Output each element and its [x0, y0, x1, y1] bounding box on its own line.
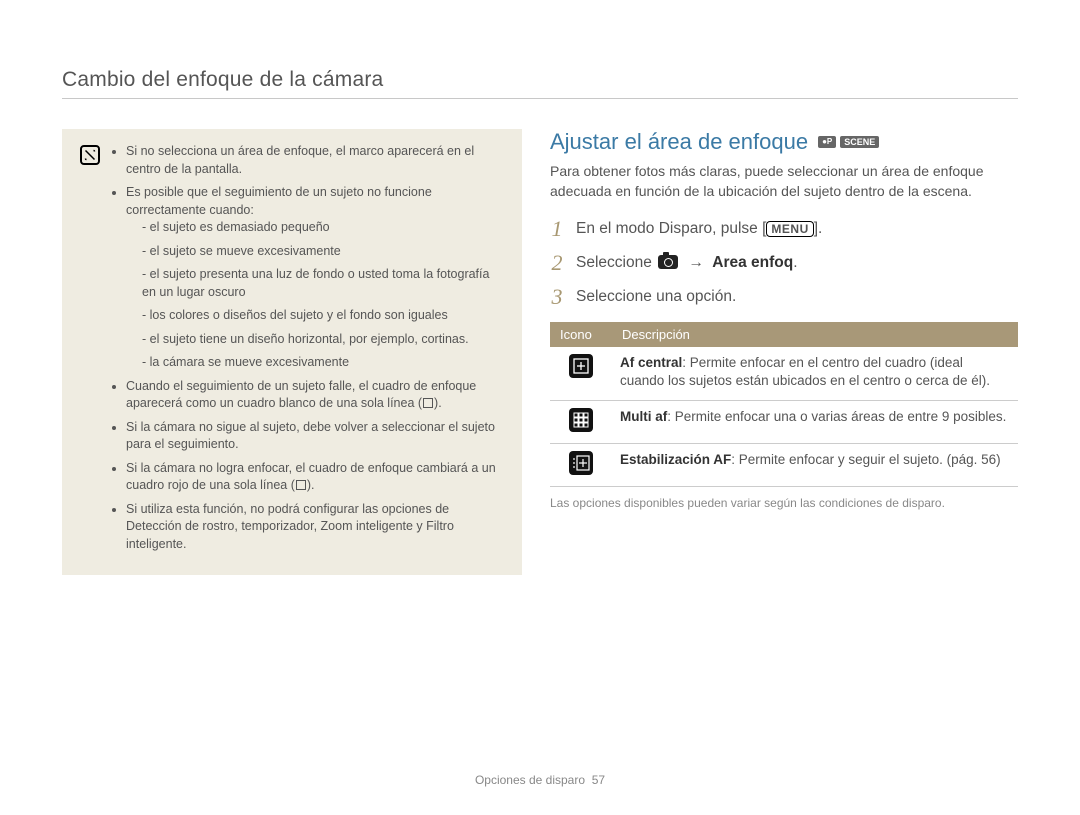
page-title: Cambio del enfoque de la cámara — [62, 68, 1018, 92]
table-footnote: Las opciones disponibles pueden variar s… — [550, 495, 1018, 512]
mode-badge-scene: SCENE — [840, 136, 879, 149]
note-bullet: Si utiliza esta función, no podrá config… — [126, 501, 504, 554]
section-heading: Ajustar el área de enfoque ●P SCENE — [550, 129, 1018, 155]
note-dash: el sujeto se mueve excesivamente — [142, 243, 504, 261]
note-content: Si no selecciona un área de enfoque, el … — [110, 143, 504, 559]
note-dash: los colores o diseños del sujeto y el fo… — [142, 307, 504, 325]
th-icon: Icono — [550, 322, 612, 347]
step-2: 2 Seleccione → Area enfoq. — [550, 250, 1018, 276]
table-row: Multi af: Permite enfocar una o varias á… — [550, 401, 1018, 444]
left-column: Si no selecciona un área de enfoque, el … — [62, 129, 522, 575]
mode-badge-p: ●P — [818, 136, 836, 149]
step-1: 1 En el modo Disparo, pulse [MENU]. — [550, 216, 1018, 242]
square-icon — [423, 398, 433, 408]
note-icon — [80, 145, 100, 165]
page: Cambio del enfoque de la cámara Si no se… — [0, 0, 1080, 815]
note-dash: la cámara se mueve excesivamente — [142, 354, 504, 372]
note-bullet: Si la cámara no sigue al sujeto, debe vo… — [126, 419, 504, 454]
note-dash: el sujeto presenta una luz de fondo o us… — [142, 266, 504, 301]
step-3: 3 Seleccione una opción. — [550, 284, 1018, 310]
note-box: Si no selecciona un área de enfoque, el … — [62, 129, 522, 575]
af-central-icon — [569, 354, 593, 378]
options-table: Icono Descripción — [550, 322, 1018, 488]
intro-text: Para obtener fotos más claras, puede sel… — [550, 161, 1018, 202]
note-bullet: Si la cámara no logra enfocar, el cuadro… — [126, 460, 504, 495]
note-bullet: Si no selecciona un área de enfoque, el … — [126, 143, 504, 178]
camera-icon — [658, 255, 678, 269]
table-row: Af central: Permite enfocar en el centro… — [550, 347, 1018, 401]
af-stabilization-icon — [569, 451, 593, 475]
square-icon — [296, 480, 306, 490]
mode-badges: ●P SCENE — [818, 136, 879, 149]
right-column: Ajustar el área de enfoque ●P SCENE Para… — [550, 129, 1018, 575]
table-row: Estabilización AF: Permite enfocar y seg… — [550, 444, 1018, 487]
note-dash: el sujeto es demasiado pequeño — [142, 219, 504, 237]
menu-chip: MENU — [766, 221, 813, 237]
page-footer: Opciones de disparo 57 — [0, 773, 1080, 787]
note-bullet: Es posible que el seguimiento de un suje… — [126, 184, 504, 372]
note-dash: el sujeto tiene un diseño horizontal, po… — [142, 331, 504, 349]
title-rule — [62, 98, 1018, 99]
steps-list: 1 En el modo Disparo, pulse [MENU]. 2 Se… — [550, 216, 1018, 310]
multi-af-icon — [569, 408, 593, 432]
columns: Si no selecciona un área de enfoque, el … — [62, 129, 1018, 575]
th-desc: Descripción — [612, 322, 1018, 347]
note-bullet: Cuando el seguimiento de un sujeto falle… — [126, 378, 504, 413]
